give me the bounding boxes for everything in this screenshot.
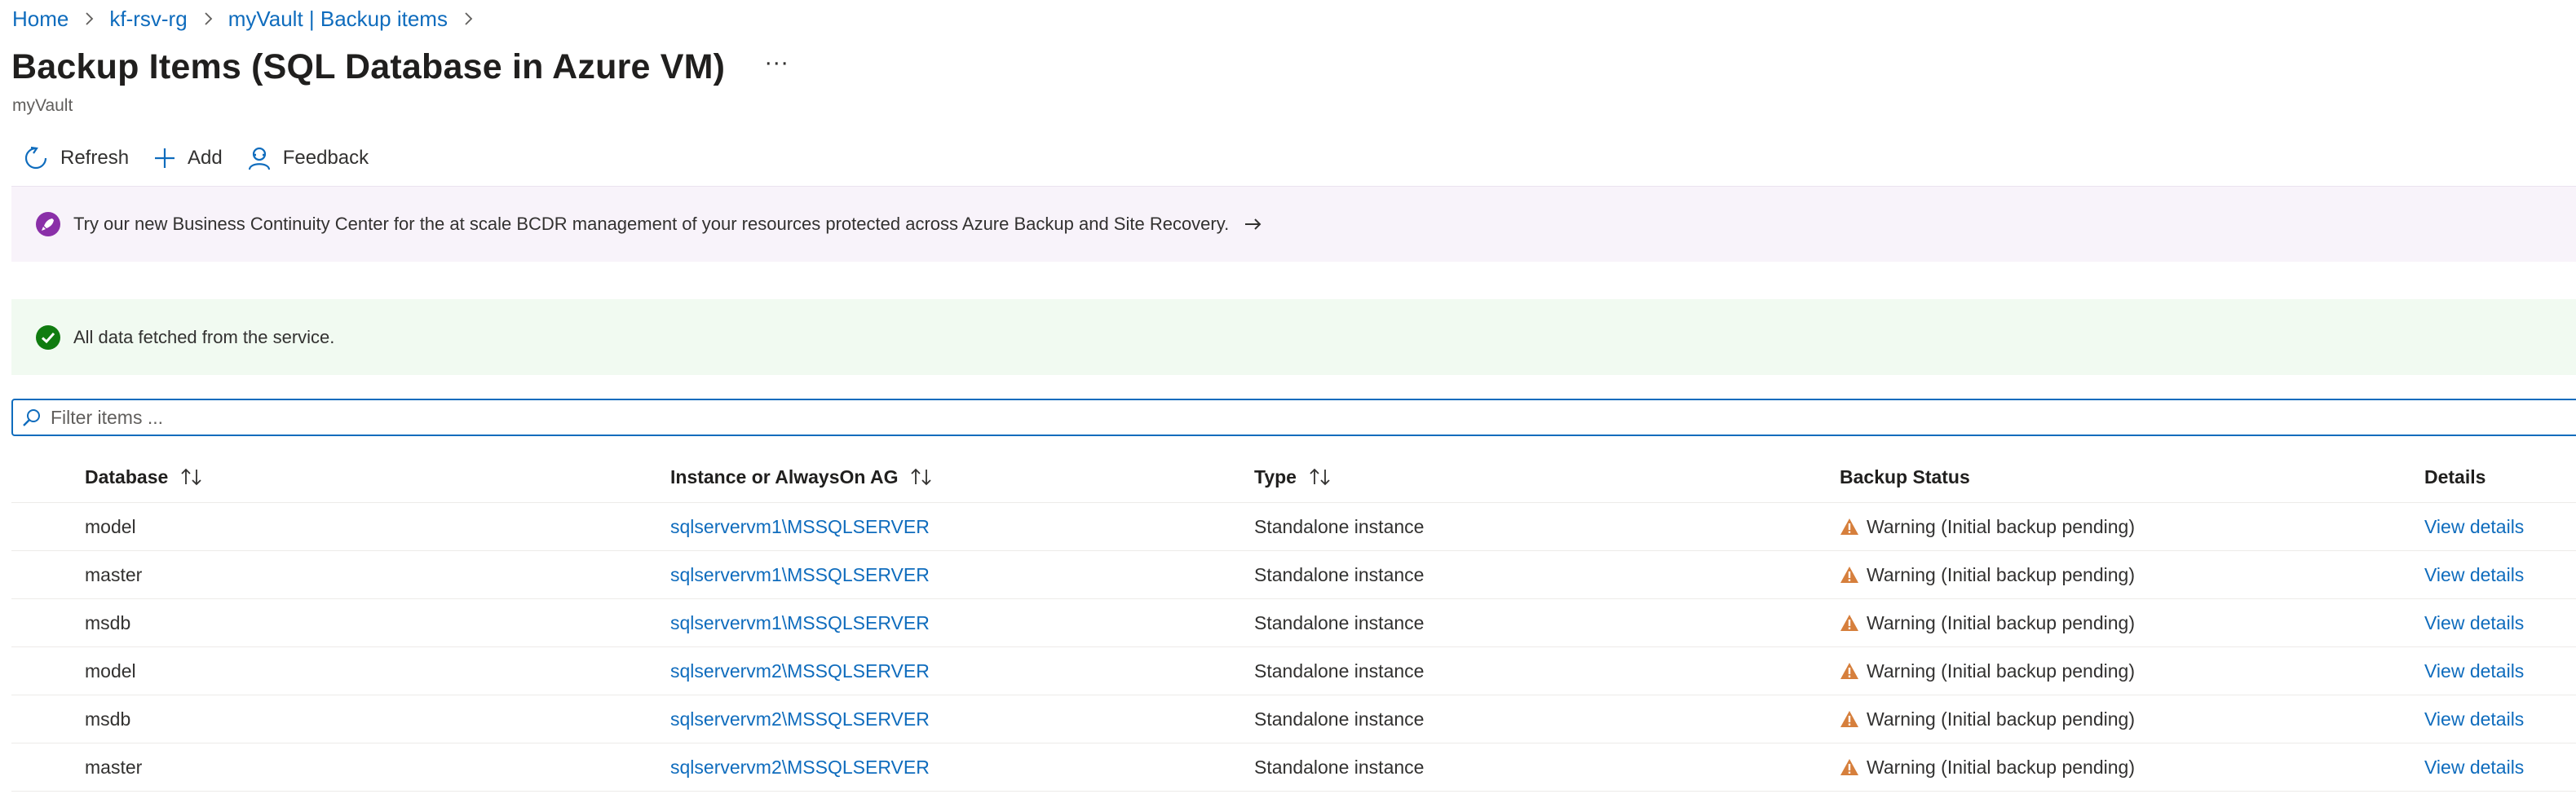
filter-input[interactable] — [51, 406, 2497, 429]
promo-banner: Try our new Business Continuity Center f… — [11, 186, 2576, 262]
column-header-label: Database — [85, 465, 169, 488]
cell-database: msdb — [85, 611, 131, 633]
add-button[interactable]: Add — [153, 147, 223, 170]
rocket-icon — [36, 212, 60, 236]
refresh-label: Refresh — [60, 147, 130, 169]
refresh-icon — [24, 146, 47, 170]
table-header: Database Instance or AlwaysOn AG Type Ba… — [11, 452, 2576, 503]
cell-type: Standalone instance — [1254, 708, 1425, 730]
title-row: Backup Items (SQL Database in Azure VM) … — [11, 47, 789, 87]
more-options-button[interactable]: ··· — [764, 50, 789, 85]
page-subtitle: myVault — [12, 96, 73, 115]
add-label: Add — [188, 147, 223, 169]
backup-status-text: Warning (Initial backup pending) — [1867, 611, 2135, 633]
sort-icon[interactable] — [909, 467, 934, 487]
view-details-link[interactable]: View details — [2424, 516, 2524, 538]
table-row: msdb sqlservervm1\MSSQLSERVER Standalone… — [11, 599, 2576, 647]
cell-type: Standalone instance — [1254, 660, 1425, 682]
filter-box — [11, 399, 2576, 436]
search-icon — [23, 409, 40, 426]
backup-items-table: Database Instance or AlwaysOn AG Type Ba… — [11, 452, 2576, 792]
backup-status-text: Warning (Initial backup pending) — [1867, 660, 2135, 682]
feedback-label: Feedback — [282, 147, 369, 169]
arrow-right-icon[interactable] — [1244, 216, 1263, 232]
backup-status-text: Warning (Initial backup pending) — [1867, 563, 2135, 585]
cell-type: Standalone instance — [1254, 515, 1425, 537]
refresh-button[interactable]: Refresh — [23, 145, 129, 171]
cell-instance-link[interactable]: sqlservervm1\MSSQLSERVER — [670, 612, 930, 634]
cell-database: model — [85, 515, 136, 537]
cell-backup-status: Warning (Initial backup pending) — [1840, 708, 2135, 730]
cell-database: msdb — [85, 708, 131, 730]
backup-status-text: Warning (Initial backup pending) — [1867, 515, 2135, 537]
cell-database: model — [85, 660, 136, 682]
chevron-right-icon — [83, 11, 95, 26]
warning-icon — [1840, 662, 1859, 680]
table-row: master sqlservervm2\MSSQLSERVER Standalo… — [11, 743, 2576, 792]
view-details-link[interactable]: View details — [2424, 564, 2524, 586]
table-row: model sqlservervm1\MSSQLSERVER Standalon… — [11, 503, 2576, 551]
column-header-label: Type — [1254, 465, 1297, 488]
cell-instance-link[interactable]: sqlservervm2\MSSQLSERVER — [670, 708, 930, 730]
cell-instance-link[interactable]: sqlservervm2\MSSQLSERVER — [670, 660, 930, 682]
view-details-link[interactable]: View details — [2424, 612, 2524, 634]
page-title: Backup Items (SQL Database in Azure VM) — [11, 47, 726, 86]
backup-status-text: Warning (Initial backup pending) — [1867, 708, 2135, 730]
column-header-label: Instance or AlwaysOn AG — [670, 465, 899, 488]
column-header-database[interactable]: Database — [85, 466, 204, 488]
backup-items-page: Home kf-rsv-rg myVault | Backup items Ba… — [0, 0, 2576, 803]
success-check-icon — [36, 324, 60, 350]
breadcrumb-resource-group[interactable]: kf-rsv-rg — [109, 7, 187, 32]
status-banner-text: All data fetched from the service. — [73, 326, 335, 347]
column-header-type[interactable]: Type — [1254, 466, 1332, 488]
table-row: master sqlservervm1\MSSQLSERVER Standalo… — [11, 551, 2576, 599]
cell-backup-status: Warning (Initial backup pending) — [1840, 612, 2135, 634]
cell-type: Standalone instance — [1254, 611, 1425, 633]
cell-backup-status: Warning (Initial backup pending) — [1840, 660, 2135, 682]
backup-status-text: Warning (Initial backup pending) — [1867, 756, 2135, 778]
table-row: msdb sqlservervm2\MSSQLSERVER Standalone… — [11, 695, 2576, 743]
sort-icon[interactable] — [179, 467, 204, 487]
cell-instance-link[interactable]: sqlservervm1\MSSQLSERVER — [670, 564, 930, 586]
status-banner: All data fetched from the service. — [11, 299, 2576, 375]
column-header-instance[interactable]: Instance or AlwaysOn AG — [670, 466, 934, 488]
cell-database: master — [85, 563, 143, 585]
column-header-backup-status: Backup Status — [1840, 465, 1970, 488]
column-header-details: Details — [2424, 465, 2486, 488]
promo-banner-text: Try our new Business Continuity Center f… — [73, 214, 1230, 234]
cell-backup-status: Warning (Initial backup pending) — [1840, 757, 2135, 779]
chevron-right-icon — [202, 11, 214, 26]
view-details-link[interactable]: View details — [2424, 708, 2524, 730]
command-bar: Refresh Add Feedback — [23, 140, 393, 176]
feedback-icon — [248, 147, 270, 170]
breadcrumb-home[interactable]: Home — [12, 7, 68, 32]
warning-icon — [1840, 518, 1859, 536]
breadcrumb: Home kf-rsv-rg myVault | Backup items — [12, 5, 488, 33]
view-details-link[interactable]: View details — [2424, 757, 2524, 779]
cell-instance-link[interactable]: sqlservervm1\MSSQLSERVER — [670, 516, 930, 538]
chevron-right-icon — [462, 11, 474, 26]
feedback-button[interactable]: Feedback — [247, 145, 369, 171]
warning-icon — [1840, 710, 1859, 728]
cell-backup-status: Warning (Initial backup pending) — [1840, 516, 2135, 538]
cell-type: Standalone instance — [1254, 563, 1425, 585]
warning-icon — [1840, 566, 1859, 584]
warning-icon — [1840, 614, 1859, 632]
cell-instance-link[interactable]: sqlservervm2\MSSQLSERVER — [670, 757, 930, 779]
cell-database: master — [85, 756, 143, 778]
add-icon — [155, 148, 175, 168]
view-details-link[interactable]: View details — [2424, 660, 2524, 682]
sort-icon[interactable] — [1308, 467, 1332, 487]
warning-icon — [1840, 758, 1859, 776]
breadcrumb-vault-backup-items[interactable]: myVault | Backup items — [228, 7, 448, 32]
cell-type: Standalone instance — [1254, 756, 1425, 778]
table-row: model sqlservervm2\MSSQLSERVER Standalon… — [11, 647, 2576, 695]
cell-backup-status: Warning (Initial backup pending) — [1840, 564, 2135, 586]
